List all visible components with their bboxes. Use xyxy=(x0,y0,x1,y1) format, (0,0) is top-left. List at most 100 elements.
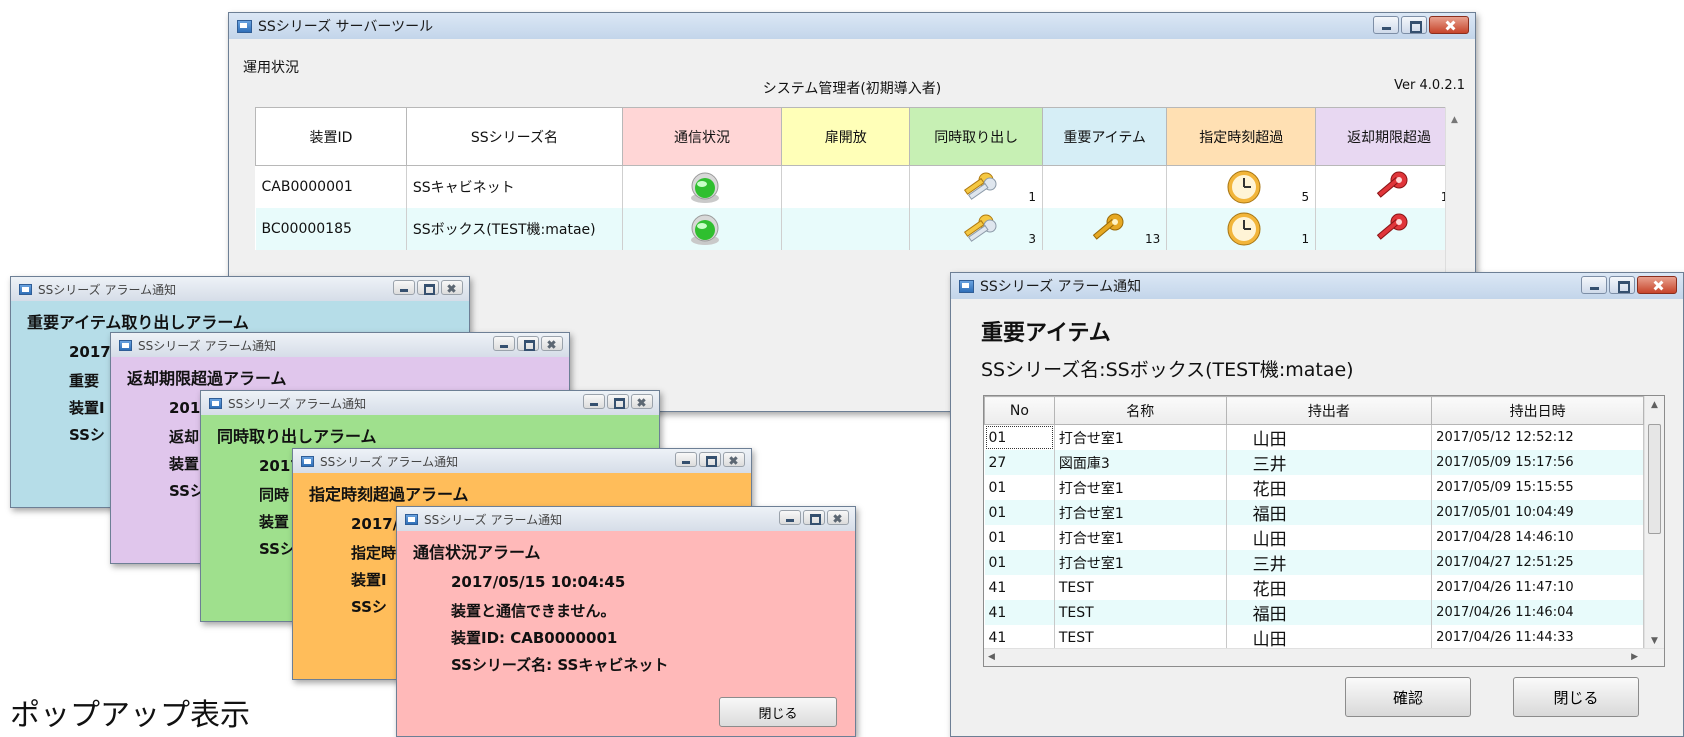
server-tool-titlebar[interactable]: SSシリーズ サーバーツール xyxy=(229,13,1475,39)
maximize-button[interactable] xyxy=(699,452,721,467)
window-title: SSシリーズ アラーム通知 xyxy=(980,279,1142,295)
app-icon xyxy=(301,455,314,467)
close-button[interactable] xyxy=(827,510,849,525)
alarm-titlebar[interactable]: SSシリーズ アラーム通知 xyxy=(111,333,569,357)
count-badge: 13 xyxy=(1145,231,1161,246)
alarm-detail-line: 2017/ xyxy=(351,515,399,533)
user-cell: 山田 xyxy=(1226,625,1433,650)
scroll-right-icon[interactable]: ▶ xyxy=(1631,652,1638,662)
close-button[interactable] xyxy=(723,452,745,467)
no-cell: 01 xyxy=(984,550,1055,575)
grid-column-header[interactable]: 持出日時 xyxy=(1431,396,1644,425)
alarm-window-communication: SSシリーズ アラーム通知 通信状況アラーム 2017/05/15 10:04:4… xyxy=(396,506,856,737)
grid-row[interactable]: 41 TEST 山田 2017/04/26 11:44:33 xyxy=(984,625,1644,650)
confirm-button[interactable]: 確認 xyxy=(1345,677,1471,717)
red-key-icon[interactable] xyxy=(1322,208,1462,250)
app-icon xyxy=(209,397,222,409)
alarm-detail-line: 装置と通信できません。 xyxy=(451,602,616,620)
minimize-button[interactable] xyxy=(583,394,605,409)
close-button[interactable] xyxy=(541,336,563,351)
grid-column-header[interactable]: No xyxy=(984,396,1055,425)
maximize-button[interactable] xyxy=(803,510,825,525)
minimize-button[interactable] xyxy=(393,280,415,295)
grid-row[interactable]: 01 打合せ室1 三井 2017/04/27 12:51:25 xyxy=(984,550,1644,575)
key-pair-icon[interactable] xyxy=(916,166,1042,208)
maximize-button[interactable] xyxy=(607,394,629,409)
datetime-cell: 2017/04/26 11:47:10 xyxy=(1431,575,1644,600)
time-over-cell: 5 xyxy=(1166,165,1317,208)
key-pair-icon[interactable] xyxy=(916,208,1042,250)
detail-titlebar[interactable]: SSシリーズ アラーム通知 xyxy=(951,273,1683,299)
user-cell: 三井 xyxy=(1226,450,1433,475)
count-badge: 1 xyxy=(1301,231,1310,246)
alarm-titlebar[interactable]: SSシリーズ アラーム通知 xyxy=(11,277,469,301)
no-cell: 41 xyxy=(984,600,1055,625)
alarm-detail-line: 指定時 xyxy=(351,544,397,562)
grid-row[interactable]: 01 打合せ室1 山田 2017/04/28 14:46:10 xyxy=(984,525,1644,550)
grid-column-header[interactable]: 名称 xyxy=(1053,396,1227,425)
alarm-titlebar[interactable]: SSシリーズ アラーム通知 xyxy=(397,507,855,531)
detail-heading: 重要アイテム xyxy=(981,321,1111,346)
alarm-detail-line: SSシ xyxy=(259,540,295,558)
column-header: SSシリーズ名 xyxy=(405,107,623,166)
grid-row[interactable]: 01 打合せ室1 山田 2017/05/12 12:52:12 xyxy=(984,424,1644,450)
column-header: 指定時刻超過 xyxy=(1166,107,1317,166)
scroll-down-icon[interactable]: ▼ xyxy=(1651,636,1658,646)
green-light-icon[interactable] xyxy=(629,208,781,250)
count-badge: 1 xyxy=(1028,189,1036,204)
app-icon xyxy=(959,279,974,293)
important-item-detail-window: SSシリーズ アラーム通知 重要アイテム SSシリーズ名:SSボックス(TEST… xyxy=(950,272,1684,737)
no-cell: 01 xyxy=(984,500,1055,525)
logged-in-user: システム管理者(初期導入者) xyxy=(762,81,942,97)
maximize-button[interactable] xyxy=(417,280,439,295)
minimize-button[interactable] xyxy=(675,452,697,467)
device-row[interactable]: BC00000185SSボックス(TEST機:matae) 3 13 14 xyxy=(255,207,1463,250)
minimize-button[interactable] xyxy=(493,336,515,351)
alarm-titlebar[interactable]: SSシリーズ アラーム通知 xyxy=(201,391,659,415)
close-dialog-button[interactable]: 閉じる xyxy=(1513,677,1639,717)
alarm-close-button[interactable]: 閉じる xyxy=(719,697,837,727)
simultaneous-cell: 1 xyxy=(909,165,1043,208)
grid-column-header[interactable]: 持出者 xyxy=(1225,396,1433,425)
grid-row[interactable]: 01 打合せ室1 福田 2017/05/01 10:04:49 xyxy=(984,500,1644,525)
clock-icon[interactable] xyxy=(1173,166,1315,208)
alarm-heading: 通信状況アラーム xyxy=(413,543,541,562)
minimize-button[interactable] xyxy=(779,510,801,525)
vertical-scrollbar[interactable]: ▲ ▼ xyxy=(1644,396,1664,650)
grid-row[interactable]: 41 TEST 福田 2017/04/26 11:46:04 xyxy=(984,600,1644,625)
user-cell: 山田 xyxy=(1226,424,1433,450)
grid-row[interactable]: 01 打合せ室1 花田 2017/05/09 15:15:55 xyxy=(984,475,1644,500)
column-header: 扉開放 xyxy=(780,107,911,166)
window-title: SSシリーズ アラーム通知 xyxy=(424,512,563,527)
grid-row[interactable]: 41 TEST 花田 2017/04/26 11:47:10 xyxy=(984,575,1644,600)
close-button[interactable] xyxy=(631,394,653,409)
alarm-detail-line: 装置 xyxy=(259,513,290,531)
time-over-cell: 1 xyxy=(1166,207,1317,250)
no-cell: 41 xyxy=(984,625,1055,650)
scroll-up-icon[interactable]: ▲ xyxy=(1651,400,1658,410)
close-button[interactable] xyxy=(1429,16,1469,34)
close-button[interactable] xyxy=(441,280,463,295)
popup-caption: ポップアップ表示 xyxy=(10,698,250,733)
count-badge: 5 xyxy=(1301,189,1310,204)
green-light-icon[interactable] xyxy=(629,166,781,208)
alarm-detail-line: 装置 xyxy=(169,455,200,473)
scroll-left-icon[interactable]: ◀ xyxy=(988,652,995,662)
minimize-button[interactable] xyxy=(1581,276,1607,294)
close-button[interactable] xyxy=(1637,276,1677,294)
device-row[interactable]: CAB0000001SSキャビネット 1 5 10 xyxy=(255,165,1463,208)
maximize-button[interactable] xyxy=(517,336,539,351)
column-header: 同時取り出し xyxy=(909,107,1043,166)
minimize-button[interactable] xyxy=(1373,16,1399,34)
grid-row[interactable]: 27 図面庫3 三井 2017/05/09 15:17:56 xyxy=(984,450,1644,475)
maximize-button[interactable] xyxy=(1609,276,1635,294)
alarm-detail-line: SSシリーズ名: SSキャビネット xyxy=(451,656,669,674)
scrollbar-thumb[interactable] xyxy=(1648,424,1661,534)
user-cell: 花田 xyxy=(1226,575,1433,600)
horizontal-scrollbar[interactable]: ◀ ▶ xyxy=(984,648,1664,666)
datetime-cell: 2017/05/01 10:04:49 xyxy=(1431,500,1644,525)
maximize-button[interactable] xyxy=(1401,16,1427,34)
status-table-scrollbar[interactable]: ▲ xyxy=(1445,107,1463,277)
clock-icon[interactable] xyxy=(1173,208,1315,250)
alarm-titlebar[interactable]: SSシリーズ アラーム通知 xyxy=(293,449,751,473)
